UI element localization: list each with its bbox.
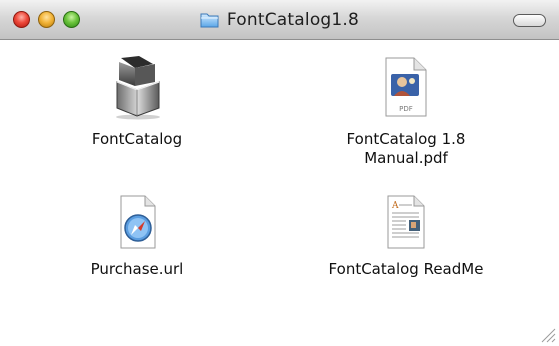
finder-window: FontCatalog1.8 FontCatalog PDF FontCatal… [0, 0, 559, 346]
pdf-document-icon: PDF [385, 57, 427, 117]
file-item-purchase-url[interactable]: Purchase.url [62, 194, 212, 279]
resize-grip-icon[interactable] [538, 325, 556, 343]
safari-url-icon [120, 195, 156, 249]
toolbar-toggle-button[interactable] [513, 14, 546, 27]
title-bar[interactable]: FontCatalog1.8 [0, 0, 559, 40]
file-label: FontCatalog 1.8 Manual.pdf [346, 130, 466, 167]
file-label: FontCatalog ReadMe [328, 260, 484, 278]
file-item-manual-pdf[interactable]: PDF FontCatalog 1.8 Manual.pdf [321, 54, 491, 168]
application-icon [116, 56, 160, 120]
window-title: FontCatalog1.8 [0, 10, 559, 32]
file-label: Purchase.url [90, 260, 184, 278]
file-item-fontcatalog[interactable]: FontCatalog [62, 54, 212, 149]
folder-icon [200, 13, 219, 28]
window-title-text: FontCatalog1.8 [226, 10, 360, 30]
pdf-badge: PDF [399, 105, 413, 113]
file-label: FontCatalog [91, 130, 183, 148]
text-document-icon: A [387, 195, 425, 249]
file-item-readme[interactable]: A FontCatalog ReadMe [306, 194, 506, 279]
svg-text:A: A [391, 201, 399, 211]
